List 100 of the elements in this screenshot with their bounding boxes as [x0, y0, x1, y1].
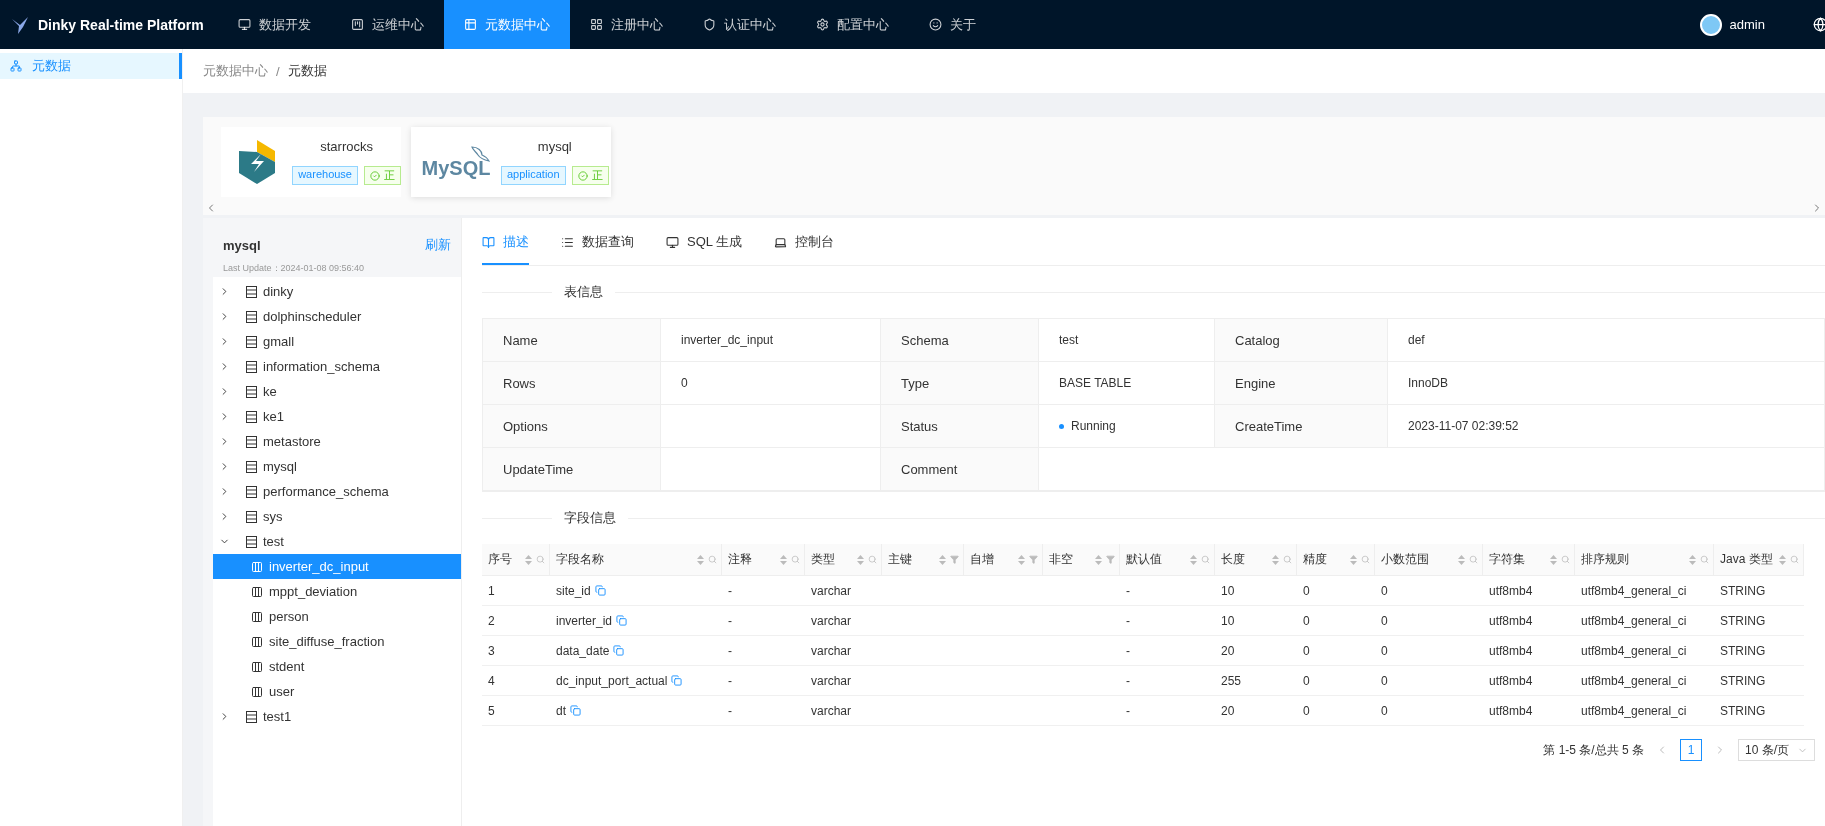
sort-icon[interactable] [1350, 554, 1357, 565]
tree-node[interactable]: test [213, 529, 461, 554]
search-icon[interactable] [1283, 555, 1292, 564]
dolphin-icon [468, 144, 491, 163]
tree-node[interactable]: dolphinscheduler [213, 304, 461, 329]
column-header[interactable]: Java 类型 [1714, 544, 1804, 576]
filter-icon[interactable] [1029, 555, 1038, 564]
copy-icon[interactable] [613, 645, 625, 656]
column-header[interactable]: 排序规则 [1575, 544, 1714, 576]
avatar-icon[interactable] [1699, 13, 1722, 36]
table-cell: 10 [1221, 613, 1235, 628]
table-cell: varchar [811, 673, 851, 688]
column-header[interactable]: 主键 [882, 544, 964, 576]
column-header[interactable]: 长度 [1215, 544, 1297, 576]
tree-node[interactable]: ke [213, 379, 461, 404]
sort-icon[interactable] [697, 554, 704, 565]
tree-node[interactable]: ke1 [213, 404, 461, 429]
sort-icon[interactable] [857, 554, 864, 565]
column-header[interactable]: 自增 [964, 544, 1043, 576]
sort-icon[interactable] [780, 554, 787, 565]
search-icon[interactable] [791, 555, 800, 564]
datasource-card[interactable]: MySQL mysql application 正 [411, 127, 611, 197]
copy-icon[interactable] [616, 615, 628, 626]
column-header[interactable]: 非空 [1043, 544, 1120, 576]
column-header[interactable]: 字符集 [1483, 544, 1575, 576]
column-header[interactable]: 默认值 [1120, 544, 1215, 576]
sort-icon[interactable] [1272, 554, 1279, 565]
search-icon[interactable] [868, 555, 877, 564]
table-cell: - [1126, 613, 1130, 628]
nav-tab[interactable]: 认证中心 [682, 0, 796, 49]
section-title: 字段信息 [564, 509, 616, 527]
tree-node[interactable]: information_schema [213, 354, 461, 379]
sort-icon[interactable] [939, 554, 946, 565]
tree-node[interactable]: dinky [213, 279, 461, 304]
nav-tab[interactable]: 数据开发 [217, 0, 331, 49]
database-icon [246, 285, 257, 298]
breadcrumb-item[interactable]: 元数据中心 [203, 62, 268, 80]
column-header[interactable]: 小数范围 [1375, 544, 1483, 576]
column-header[interactable]: 字段名称 [550, 544, 722, 576]
search-icon[interactable] [708, 555, 717, 564]
info-value: InnoDB [1388, 362, 1825, 405]
database-icon [246, 335, 257, 348]
nav-tab[interactable]: 关于 [908, 0, 996, 49]
sort-icon[interactable] [1018, 554, 1025, 565]
tree-node[interactable]: test1 [213, 704, 461, 729]
search-icon[interactable] [1201, 555, 1210, 564]
filter-icon[interactable] [1106, 555, 1115, 564]
tab[interactable]: 控制台 [774, 233, 835, 265]
copy-icon[interactable] [570, 705, 581, 716]
table-cell: 4 [488, 673, 495, 688]
tree-node[interactable]: person [213, 604, 461, 629]
search-icon[interactable] [1561, 555, 1570, 564]
table-cell: STRING [1720, 673, 1766, 688]
search-icon[interactable] [1361, 555, 1370, 564]
tab[interactable]: SQL 生成 [666, 233, 743, 265]
column-header[interactable]: 注释 [722, 544, 805, 576]
tree-node[interactable]: mysql [213, 454, 461, 479]
nav-tab[interactable]: 配置中心 [795, 0, 909, 49]
info-label: Type [881, 362, 1039, 405]
search-icon[interactable] [1700, 555, 1709, 564]
user-name[interactable]: admin [1729, 17, 1765, 32]
column-header[interactable]: 类型 [805, 544, 882, 576]
sort-icon[interactable] [1190, 554, 1197, 565]
table-cell: 20 [1221, 703, 1235, 718]
nav-tab[interactable]: 注册中心 [569, 0, 683, 49]
sort-icon[interactable] [1779, 554, 1786, 565]
search-icon[interactable] [1790, 555, 1799, 564]
copy-icon[interactable] [671, 675, 683, 686]
search-icon[interactable] [1469, 555, 1478, 564]
column-header[interactable]: 精度 [1297, 544, 1375, 576]
table-cell: 0 [1381, 583, 1388, 598]
search-icon[interactable] [536, 555, 545, 564]
table-cell: - [728, 613, 732, 628]
table-cell: inverter_id [556, 613, 613, 628]
sort-icon[interactable] [1689, 554, 1696, 565]
nav-tab[interactable]: 运维中心 [330, 0, 444, 49]
tree-node[interactable]: stdent [213, 654, 461, 679]
sort-icon[interactable] [525, 554, 532, 565]
tab[interactable]: 数据查询 [561, 233, 634, 265]
tree-node[interactable]: mppt_deviation [213, 579, 461, 604]
sort-icon[interactable] [1550, 554, 1557, 565]
table-icon [251, 685, 263, 698]
sort-icon[interactable] [1458, 554, 1465, 565]
tree-node[interactable]: sys [213, 504, 461, 529]
sort-icon[interactable] [1095, 554, 1102, 565]
tree-node[interactable]: performance_schema [213, 479, 461, 504]
column-header[interactable]: 序号 [482, 544, 550, 576]
language-icon[interactable] [1813, 17, 1825, 32]
tree-node[interactable]: metastore [213, 429, 461, 454]
copy-icon[interactable] [594, 585, 606, 596]
tree-node[interactable]: site_diffuse_fraction [213, 629, 461, 654]
table-cell: 0 [1303, 643, 1310, 658]
table-cell: - [728, 673, 732, 688]
page-size-select[interactable]: 10 条/页 [1738, 739, 1815, 761]
datasource-card[interactable]: starrocks warehouse 正 [221, 127, 401, 197]
tree-node[interactable]: user [213, 679, 461, 704]
database-icon [246, 535, 257, 548]
tree-node[interactable]: gmall [213, 329, 461, 354]
table-cell: varchar [811, 613, 851, 628]
filter-icon[interactable] [950, 555, 959, 564]
